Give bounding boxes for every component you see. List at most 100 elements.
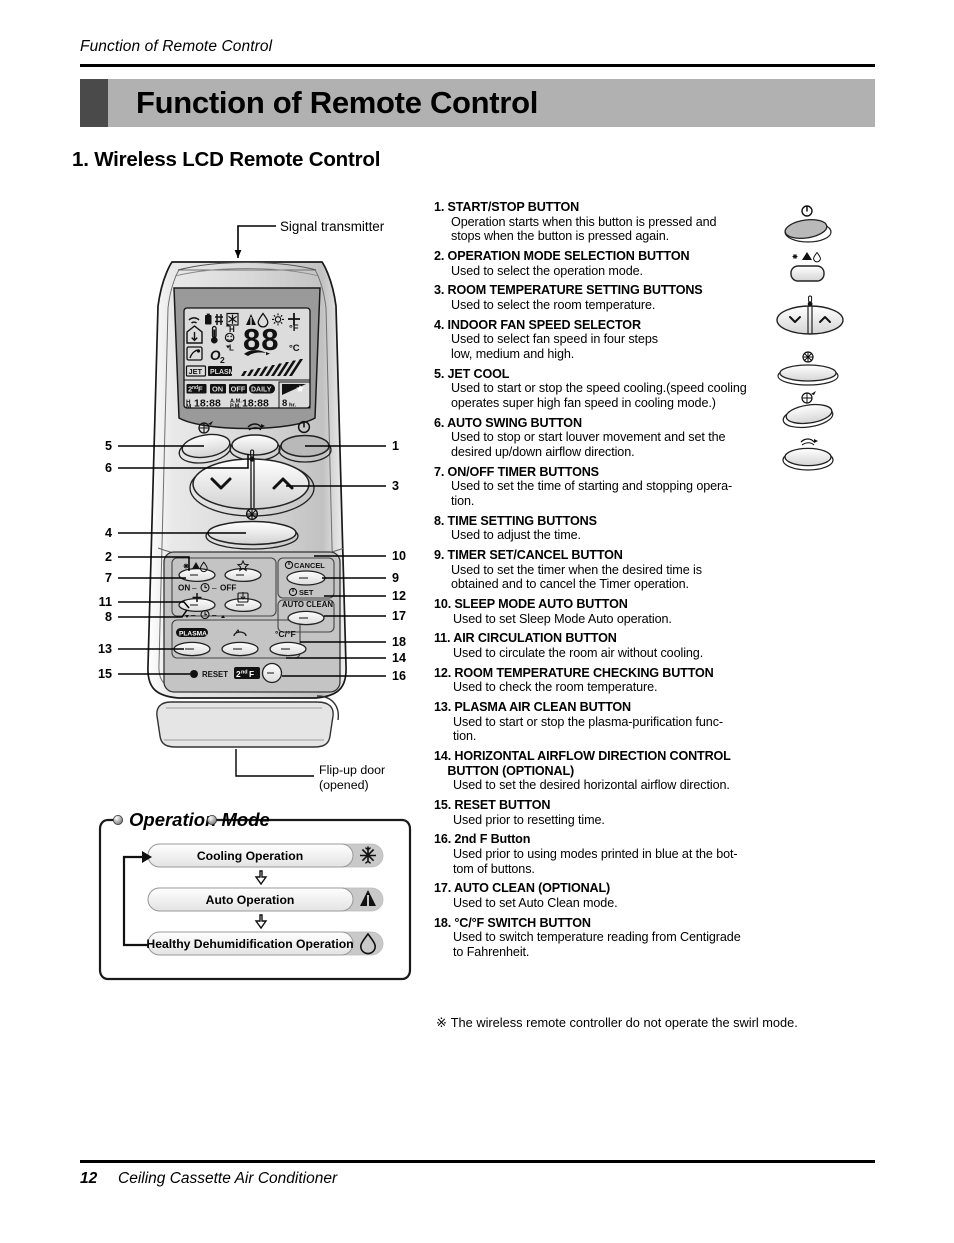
function-item-body: Used to check the room temperature. (453, 680, 658, 695)
svg-text:F: F (249, 669, 254, 679)
svg-text:M: M (186, 404, 191, 411)
function-item-title: 3. ROOM TEMPERATURE SETTING BUTTONS (434, 283, 703, 298)
svg-text:10: 10 (392, 549, 406, 563)
flip-up-door-label-line2: (opened) (319, 778, 369, 792)
function-item-body: Used to select the room temperature. (451, 297, 656, 312)
svg-text:8: 8 (282, 398, 287, 409)
lcd-unit-celsius: °C (289, 343, 300, 354)
mode-step-dehumidification: Healthy Dehumidification Operation (146, 931, 384, 956)
flip-up-door-callout: Flip-up door (opened) (235, 749, 385, 792)
fan-icon (245, 507, 259, 521)
page-title: Function of Remote Control (136, 85, 539, 120)
title-bullet-left (112, 814, 123, 825)
lcd-secondf-badge: 2 nd F (186, 384, 207, 394)
function-item-title: 4. INDOOR FAN SPEED SELECTOR (434, 317, 641, 332)
function-item-body: Used to adjust the time. (451, 528, 581, 543)
svg-text:–: – (191, 611, 196, 620)
function-item-title: 6. AUTO SWING BUTTON (434, 415, 582, 430)
function-description-list: 1. START/STOP BUTTON Operation starts whe… (434, 200, 794, 965)
svg-text:2: 2 (220, 355, 225, 365)
function-item-title: 11. AIR CIRCULATION BUTTON (434, 631, 617, 646)
function-item-body: Used to circulate the room air without c… (453, 645, 704, 660)
footer-document-title: Ceiling Cassette Air Conditioner (118, 1170, 338, 1187)
function-item-body: Used to set the desired horizontal airfl… (453, 778, 730, 793)
function-item-body: Used to switch temperature reading from … (453, 930, 741, 959)
function-item: 15. RESET BUTTON Used prior to resetting … (434, 798, 794, 827)
svg-text:9: 9 (392, 571, 399, 585)
function-item: 12. ROOM TEMPERATURE CHECKING BUTTON Used… (434, 666, 794, 695)
operation-mode-title: Operation Mode (129, 809, 270, 830)
lcd-unit-fahrenheit: °F (289, 323, 299, 334)
function-item: 14. HORIZONTAL AIRFLOW DIRECTION CONTROL… (434, 749, 794, 793)
function-item-title: 16. 2nd F Button (434, 832, 531, 847)
function-item-body: Used to set Sleep Mode Auto operation. (453, 611, 672, 626)
function-item: 3. ROOM TEMPERATURE SETTING BUTTONS Used … (434, 283, 794, 312)
svg-text:ON: ON (212, 385, 223, 394)
function-item-body: Used to stop or start louver movement an… (451, 430, 726, 459)
function-item: 7. ON/OFF TIMER BUTTONS Used to set the t… (434, 465, 794, 509)
svg-text:16: 16 (392, 669, 406, 683)
function-item-title: 8. TIME SETTING BUTTONS (434, 513, 597, 528)
function-item-title: 18. °C/°F SWITCH BUTTON (434, 915, 591, 930)
svg-text:15: 15 (98, 667, 112, 681)
function-item-title: 12. ROOM TEMPERATURE CHECKING BUTTON (434, 665, 714, 680)
function-item: 8. TIME SETTING BUTTONS Used to adjust th… (434, 514, 794, 543)
svg-text:–: – (192, 584, 197, 593)
svg-text:OFF: OFF (220, 584, 236, 593)
function-item-title: 17. AUTO CLEAN (OPTIONAL) (434, 881, 611, 896)
mode-step-label: Auto Operation (206, 893, 295, 907)
svg-text:12: 12 (392, 589, 406, 603)
svg-text:17: 17 (392, 609, 406, 623)
function-item-body: Used to start or stop the plasma-purific… (453, 714, 723, 744)
function-item-body: Used to select the operation mode. (451, 263, 643, 278)
mode-step-label: Cooling Operation (197, 849, 303, 863)
svg-text:6: 6 (105, 461, 112, 475)
svg-text:JET: JET (189, 367, 203, 376)
svg-text:–: – (212, 584, 217, 593)
mode-step-auto: Auto Operation (147, 887, 384, 912)
title-accent-block (80, 79, 108, 127)
function-item-body: Operation starts when this button is pre… (451, 214, 717, 244)
svg-text:SET: SET (299, 588, 314, 597)
illus-operation-mode-button (790, 251, 825, 282)
svg-text:OFF: OFF (231, 385, 246, 394)
mode-step-label: Healthy Dehumidification Operation (146, 937, 353, 951)
function-item: 9. TIMER SET/CANCEL BUTTON Used to set th… (434, 548, 794, 592)
svg-text:11: 11 (99, 595, 112, 609)
cf-label: °C/°F (275, 629, 296, 639)
function-item: 1. START/STOP BUTTON Operation starts whe… (434, 200, 794, 244)
callout-right-numbers: 1 3 10 9 12 17 18 14 16 (392, 439, 406, 683)
function-item-title: 7. ON/OFF TIMER BUTTONS (434, 464, 599, 479)
function-item-body: Used prior to resetting time. (453, 812, 605, 827)
header-rule (80, 64, 875, 67)
svg-text:DAILY: DAILY (251, 387, 272, 394)
footnote-text: The wireless remote controller do not op… (450, 1015, 798, 1030)
svg-text:18:88: 18:88 (194, 398, 221, 410)
function-item-title: 1. START/STOP BUTTON (434, 200, 580, 214)
function-item: 6. AUTO SWING BUTTON Used to stop or star… (434, 416, 794, 460)
plasma-label: PLASMA (179, 630, 207, 637)
svg-text:F: F (198, 385, 203, 394)
auto-clean-label: AUTO CLEAN (282, 600, 333, 609)
function-item-title: 14. HORIZONTAL AIRFLOW DIRECTION CONTROL… (434, 749, 731, 778)
callout-left-numbers: 5 6 4 2 7 11 8 13 15 (98, 439, 112, 681)
svg-text:P.M.: P.M. (230, 404, 241, 410)
function-item: 16. 2nd F Button Used prior to using mode… (434, 832, 794, 876)
svg-text:14: 14 (392, 651, 406, 665)
lcd-daily-badge: DAILY (249, 384, 275, 394)
operation-mode-box: Operation Mode Cooling Operation Auto Op… (98, 809, 412, 981)
svg-text:5: 5 (105, 439, 112, 453)
footnote: ※ The wireless remote controller do not o… (436, 1015, 856, 1030)
arrow-down-2-icon (254, 914, 268, 930)
function-item-title: 15. RESET BUTTON (434, 798, 551, 812)
svg-text:4: 4 (105, 526, 112, 540)
signal-transmitter-label: Signal transmitter (280, 219, 385, 234)
svg-text:13: 13 (98, 642, 112, 656)
flip-up-door (156, 695, 339, 748)
svg-text:–: – (212, 611, 217, 620)
svg-text:2: 2 (105, 550, 112, 564)
arrow-down-1-icon (254, 870, 268, 886)
lcd-on-badge: ON (210, 384, 226, 394)
function-item-body: Used to set the time of starting and sto… (451, 479, 733, 508)
function-item-body: Used to select fan speed in four steps lo… (451, 332, 658, 361)
